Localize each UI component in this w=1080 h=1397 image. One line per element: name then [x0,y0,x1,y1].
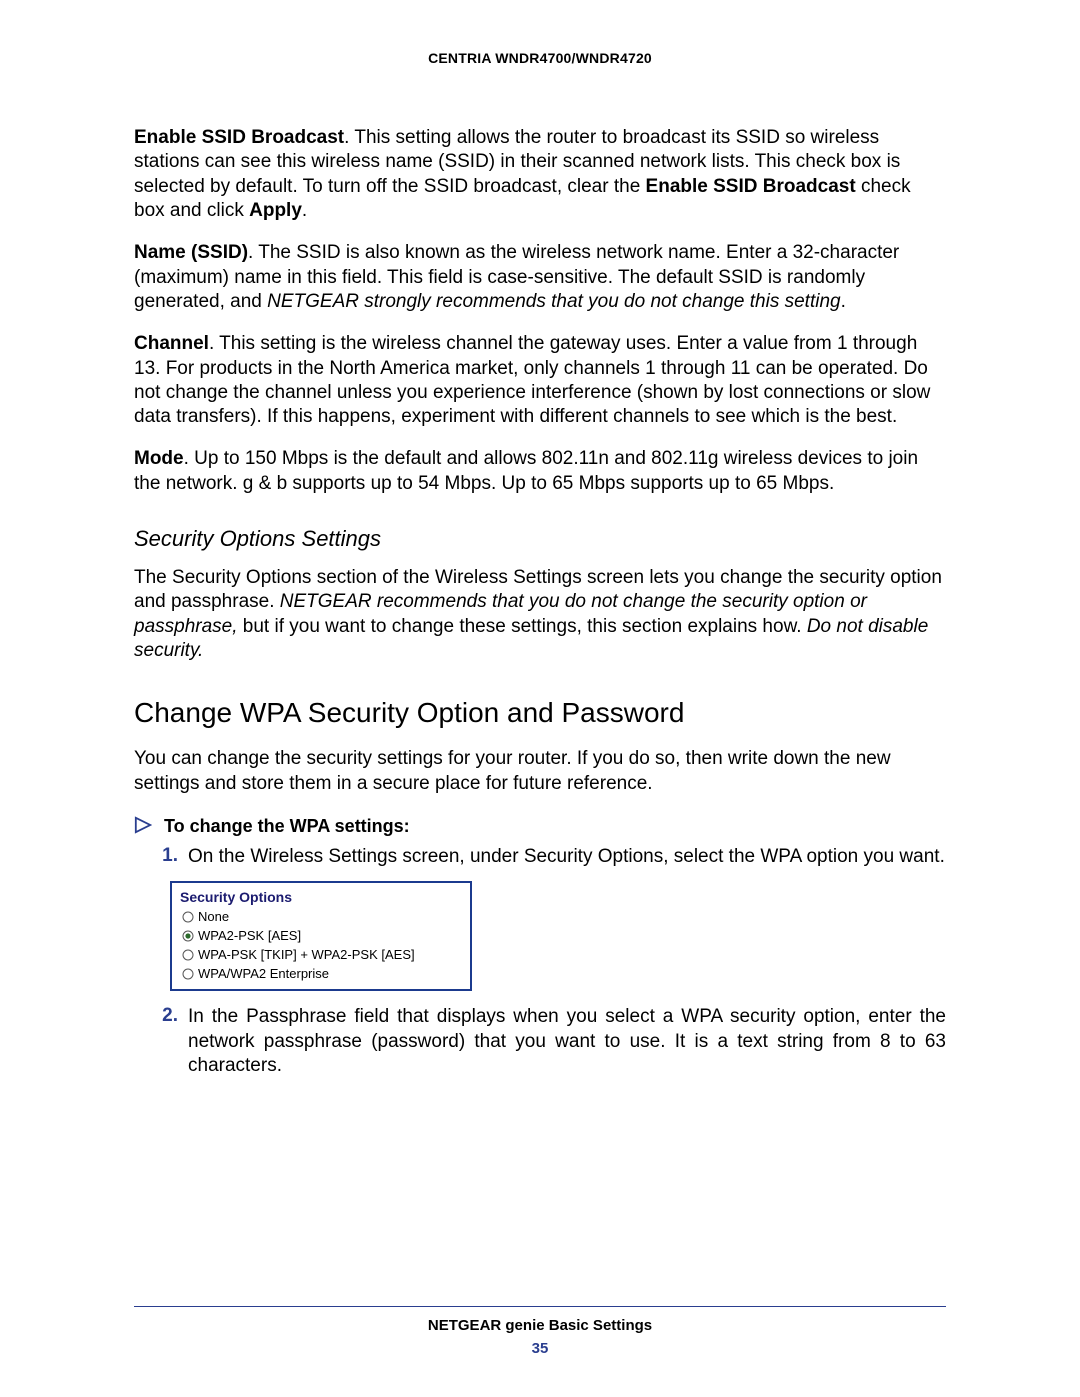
text: . [302,200,307,221]
list-text: On the Wireless Settings screen, under S… [188,845,945,869]
procedure-label: To change the WPA settings: [164,816,410,837]
emphasis: NETGEAR strongly recommends that you do … [267,291,840,312]
procedure-heading: To change the WPA settings: [134,814,946,837]
list-text: In the Passphrase field that displays wh… [188,1005,946,1078]
radio-label: WPA/WPA2 Enterprise [198,966,329,981]
paragraph-name-ssid: Name (SSID). The SSID is also known as t… [134,241,946,314]
radio-label: WPA2-PSK [AES] [198,928,301,943]
list-number: 2. [158,1005,178,1078]
term-enable-ssid: Enable SSID Broadcast [134,127,344,148]
radio-selected-icon [182,930,194,942]
radio-icon [182,968,194,980]
text: . [841,291,846,312]
paragraph-change-wpa-intro: You can change the security settings for… [134,747,946,796]
radio-option-none[interactable]: None [182,909,462,924]
heading-change-wpa: Change WPA Security Option and Password [134,697,946,729]
text: but if you want to change these settings… [238,616,807,637]
paragraph-mode: Mode. Up to 150 Mbps is the default and … [134,447,946,496]
document-header: CENTRIA WNDR4700/WNDR4720 [134,50,946,66]
radio-option-wpa2-psk-aes[interactable]: WPA2-PSK [AES] [182,928,462,943]
ui-label-enable-ssid: Enable SSID Broadcast [646,176,856,197]
ordered-list: 2. In the Passphrase field that displays… [158,1005,946,1078]
radio-option-wpa-wpa2-enterprise[interactable]: WPA/WPA2 Enterprise [182,966,462,981]
radio-option-wpa-psk-tkip-wpa2-psk-aes[interactable]: WPA-PSK [TKIP] + WPA2-PSK [AES] [182,947,462,962]
security-options-title: Security Options [180,889,462,905]
term-name-ssid: Name (SSID) [134,242,248,263]
term-channel: Channel [134,333,209,354]
text: . This setting is the wireless channel t… [134,333,930,427]
paragraph-security-options: The Security Options section of the Wire… [134,566,946,663]
triangle-arrow-icon [134,816,152,834]
list-number: 1. [158,845,178,869]
radio-icon [182,949,194,961]
heading-security-options-settings: Security Options Settings [134,526,946,552]
paragraph-channel: Channel. This setting is the wireless ch… [134,332,946,429]
security-options-panel: Security Options None WPA2-PSK [AES] WPA… [170,881,472,991]
radio-label: None [198,909,229,924]
page-number: 35 [134,1340,946,1357]
ui-label-apply: Apply [249,200,302,221]
list-item: 2. In the Passphrase field that displays… [158,1005,946,1078]
page: CENTRIA WNDR4700/WNDR4720 Enable SSID Br… [0,0,1080,1397]
footer-chapter-title: NETGEAR genie Basic Settings [134,1317,946,1334]
text: . Up to 150 Mbps is the default and allo… [134,448,918,493]
radio-label: WPA-PSK [TKIP] + WPA2-PSK [AES] [198,947,415,962]
footer-rule [134,1306,946,1307]
ordered-list: 1. On the Wireless Settings screen, unde… [158,845,946,869]
page-footer: NETGEAR genie Basic Settings 35 [134,1306,946,1357]
term-mode: Mode [134,448,184,469]
list-item: 1. On the Wireless Settings screen, unde… [158,845,946,869]
radio-icon [182,911,194,923]
paragraph-enable-ssid: Enable SSID Broadcast. This setting allo… [134,126,946,223]
